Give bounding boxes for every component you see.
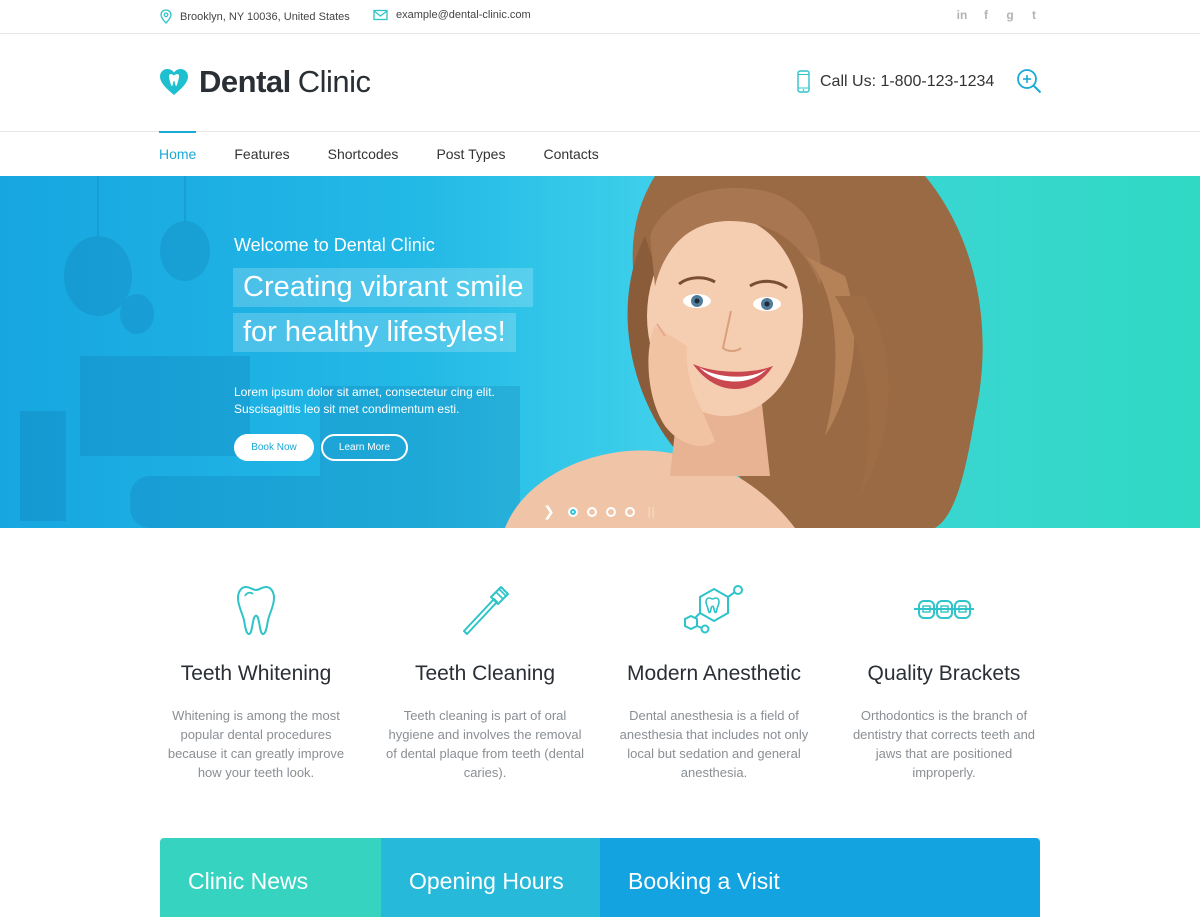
- main-nav: Home Features Shortcodes Post Types Cont…: [0, 131, 1200, 176]
- address-text: Brooklyn, NY 10036, United States: [180, 10, 350, 23]
- smiling-woman-photo: [505, 176, 983, 528]
- nav-item-post-types[interactable]: Post Types: [436, 132, 505, 176]
- slider-controls: ❯ ||: [543, 503, 655, 520]
- search-icon[interactable]: [1016, 68, 1042, 94]
- call-us[interactable]: Call Us: 1-800-123-1234: [797, 70, 994, 93]
- envelope-icon: [373, 9, 388, 21]
- opening-hours-panel[interactable]: Opening Hours: [381, 838, 600, 917]
- hero-tagline-line2: for healthy lifestyles!: [233, 313, 516, 352]
- call-us-text: Call Us: 1-800-123-1234: [820, 72, 995, 90]
- booking-visit-panel[interactable]: Booking a Visit: [600, 838, 1040, 917]
- slide-dot-3[interactable]: [605, 506, 616, 517]
- hero-tagline-line1: Creating vibrant smile: [233, 268, 534, 307]
- panel-title: Clinic News: [188, 868, 309, 894]
- email-text[interactable]: example@dental-clinic.com: [396, 9, 531, 21]
- hero-description-line2: Suscisagittis leo sit met condimentum es…: [234, 402, 460, 416]
- slide-dot-4[interactable]: [624, 506, 635, 517]
- google-plus-icon[interactable]: g: [1004, 8, 1016, 22]
- toothbrush-icon: [463, 586, 509, 635]
- email-info[interactable]: example@dental-clinic.com: [373, 9, 531, 21]
- slide-dot-2[interactable]: [586, 506, 597, 517]
- feature-quality-brackets: Quality Brackets Orthodontics is the bra…: [844, 580, 1044, 782]
- feature-title: Teeth Cleaning: [414, 662, 556, 685]
- feature-text: Teeth cleaning is part of oral hygiene a…: [385, 708, 585, 780]
- hero-welcome: Welcome to Dental Clinic: [234, 235, 435, 255]
- linkedin-icon[interactable]: in: [956, 8, 968, 22]
- logo-text-bold: Dental: [199, 64, 291, 99]
- hero-description-line1: Lorem ipsum dolor sit amet, consectetur …: [234, 385, 495, 399]
- book-now-button[interactable]: Book Now: [234, 434, 314, 461]
- feature-title: Teeth Whitening: [180, 662, 332, 685]
- feature-title: Quality Brackets: [867, 662, 1021, 685]
- nav-item-features[interactable]: Features: [234, 132, 289, 176]
- site-logo[interactable]: Dental Clinic: [159, 64, 371, 100]
- social-links: in f g t: [956, 8, 1040, 22]
- feature-modern-anesthetic: Modern Anesthetic Dental anesthesia is a…: [614, 580, 814, 782]
- feature-teeth-cleaning: Teeth Cleaning Teeth cleaning is part of…: [385, 580, 585, 782]
- clinic-news-panel[interactable]: Clinic News: [160, 838, 381, 917]
- feature-teeth-whitening: Teeth Whitening Whitening is among the m…: [156, 580, 356, 782]
- facebook-icon[interactable]: f: [980, 8, 992, 22]
- site-header: Dental Clinic Call Us: 1-800-123-1234: [0, 34, 1200, 132]
- hero-slider: Welcome to Dental Clinic Creating vibran…: [0, 176, 1200, 528]
- slide-dot-1[interactable]: [567, 506, 578, 517]
- twitter-icon[interactable]: t: [1028, 8, 1040, 22]
- panel-title: Opening Hours: [409, 868, 564, 894]
- logo-text-light: Clinic: [297, 64, 371, 99]
- next-slide-icon[interactable]: ❯: [543, 503, 555, 520]
- feature-text: Whitening is among the most popular dent…: [167, 708, 345, 780]
- feature-text: Orthodontics is the branch of dentistry …: [852, 708, 1036, 780]
- nav-item-contacts[interactable]: Contacts: [543, 132, 598, 176]
- feature-text: Dental anesthesia is a field of anesthes…: [619, 708, 809, 780]
- hero-description: Lorem ipsum dolor sit amet, consectetur …: [234, 384, 534, 418]
- pause-icon[interactable]: ||: [648, 506, 656, 518]
- tooth-icon: [237, 585, 275, 636]
- braces-icon: [914, 600, 974, 619]
- phone-icon: [797, 70, 810, 93]
- heart-tooth-logo-icon: [160, 69, 188, 95]
- panel-title: Booking a Visit: [628, 868, 780, 894]
- nav-item-home[interactable]: Home: [159, 131, 197, 176]
- address-info: Brooklyn, NY 10036, United States: [160, 9, 350, 24]
- molecule-tooth-icon: [684, 585, 743, 634]
- learn-more-button[interactable]: Learn More: [321, 434, 408, 461]
- nav-item-shortcodes[interactable]: Shortcodes: [328, 132, 399, 176]
- top-bar: Brooklyn, NY 10036, United States exampl…: [0, 0, 1200, 34]
- location-pin-icon: [160, 9, 172, 24]
- feature-title: Modern Anesthetic: [627, 662, 801, 685]
